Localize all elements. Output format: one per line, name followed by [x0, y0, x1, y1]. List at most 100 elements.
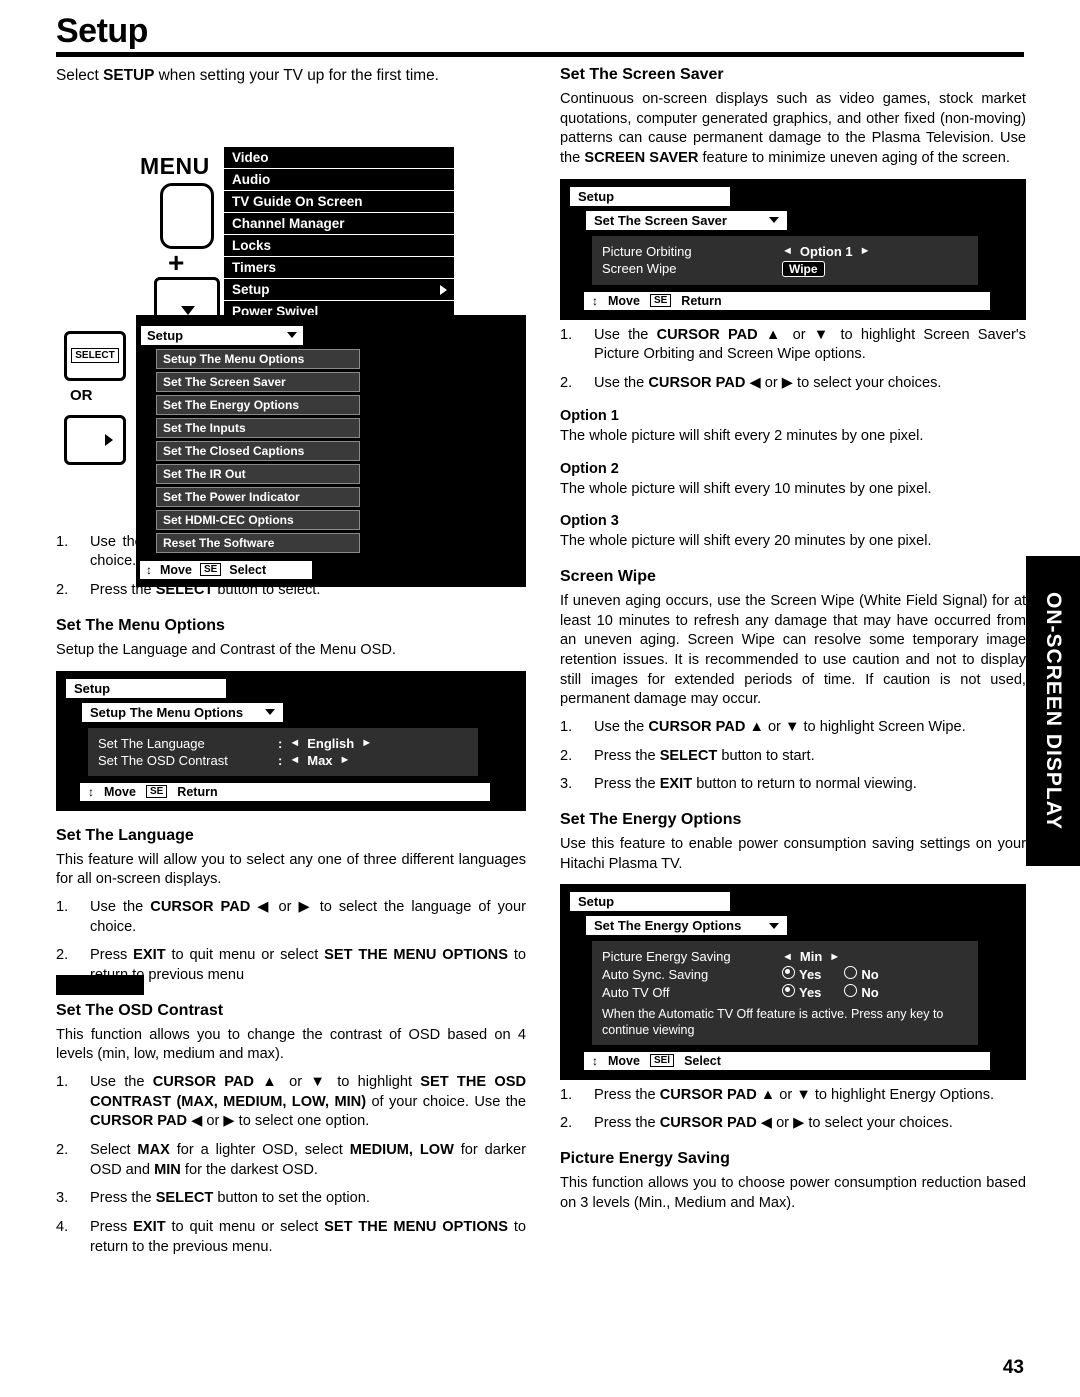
chevron-down-icon	[769, 922, 779, 929]
osd-tab-setup: Setup	[570, 186, 730, 206]
setup-item-ir-out[interactable]: Set The IR Out	[156, 463, 360, 484]
se-key-icon: SE	[145, 785, 168, 799]
intro-paragraph: Select SETUP when setting your TV up for…	[56, 67, 439, 84]
osd-energy-options: Setup Set The Energy Options Picture Ene…	[560, 884, 1026, 1080]
osd-row-picture-orbiting[interactable]: Picture Orbiting ◄ Option 1 ►	[602, 244, 968, 259]
setup-item-hdmi-cec[interactable]: Set HDMI-CEC Options	[156, 509, 360, 530]
heading-set-language: Set The Language	[56, 826, 194, 844]
menu-label: MENU	[140, 152, 210, 179]
list-item: 1. Use the CURSOR PAD ▲ or ▼ to highligh…	[56, 1074, 526, 1130]
radio-icon	[782, 966, 795, 980]
menu-item-timers[interactable]: Timers	[224, 256, 454, 279]
heading-set-menu-options: Set The Menu Options	[56, 616, 225, 634]
right-arrow-icon	[105, 433, 113, 446]
chevron-down-icon	[287, 332, 297, 339]
se-key-icon: SEl	[649, 1054, 675, 1068]
right-column: Set The Screen Saver Continuous on-scree…	[560, 66, 1026, 1221]
setup-item-screen-saver[interactable]: Set The Screen Saver	[156, 371, 360, 392]
radio-no[interactable]: No	[844, 984, 879, 1000]
screen-wipe-steps: 1. Use the CURSOR PAD ▲ or ▼ to highligh…	[560, 718, 1026, 795]
list-item: 1. Use the CURSOR PAD ▲ or ▼ to highligh…	[560, 326, 1026, 363]
heading-picture-energy-saving: Picture Energy Saving	[560, 1150, 730, 1168]
left-arrow-icon: ◄	[782, 245, 793, 258]
heading-osd-contrast: Set The OSD Contrast	[56, 1001, 224, 1019]
right-arrow-icon: ►	[829, 950, 841, 963]
document-page: Setup Select SETUP when setting your TV …	[0, 0, 1080, 1397]
menu-item-locks[interactable]: Locks	[224, 234, 454, 257]
setup-item-energy-options[interactable]: Set The Energy Options	[156, 394, 360, 415]
move-label: Move	[608, 293, 640, 308]
osd-submenu-title: Set The Energy Options	[584, 914, 789, 938]
setup-panel-title-wrap: Setup	[140, 324, 526, 346]
list-item: 2. Select MAX for a lighter OSD, select …	[56, 1142, 526, 1178]
move-label: Move	[608, 1053, 640, 1068]
text-option-3: The whole picture will shift every 20 mi…	[560, 533, 932, 550]
setup-item-inputs[interactable]: Set The Inputs	[156, 417, 360, 438]
list-item: 4. Press EXIT to quit menu or select SET…	[56, 1219, 526, 1255]
text-option-2: The whole picture will shift every 10 mi…	[560, 480, 932, 497]
menu-item-channel-manager[interactable]: Channel Manager	[224, 212, 454, 235]
return-label: Return	[681, 293, 722, 308]
move-arrows-icon: ↕	[592, 293, 598, 308]
osd-screen-saver: Setup Set The Screen Saver Picture Orbit…	[560, 178, 1026, 320]
se-key-icon: SE	[199, 563, 222, 577]
text-set-menu-options: Setup the Language and Contrast of the M…	[56, 641, 396, 658]
radio-icon	[782, 984, 795, 998]
list-item: 3. Press the SELECT button to set the op…	[56, 1190, 370, 1207]
osd-body: Set The Language : ◄ English ► Set The O…	[88, 727, 478, 776]
wipe-value: Wipe	[782, 260, 825, 277]
radio-icon	[844, 966, 858, 980]
heading-option-1: Option 1	[560, 407, 619, 424]
heading-energy-options: Set The Energy Options	[560, 811, 742, 829]
menu-item-setup[interactable]: Setup	[224, 278, 454, 301]
menu-item-tv-guide[interactable]: TV Guide On Screen	[224, 190, 454, 213]
menu-item-audio[interactable]: Audio	[224, 168, 454, 191]
move-label: Move	[104, 784, 136, 799]
redaction-mark	[56, 975, 144, 995]
move-arrows-icon: ↕	[592, 1053, 598, 1068]
text-screen-wipe: If uneven aging occurs, use the Screen W…	[560, 592, 1026, 708]
osd-row-language[interactable]: Set The Language : ◄ English ►	[98, 736, 468, 751]
osd-submenu-title: Setup The Menu Options	[80, 700, 285, 724]
setup-item-reset-software[interactable]: Reset The Software	[156, 532, 360, 553]
osd-tab-setup: Setup	[66, 678, 226, 698]
osd-row-osd-contrast[interactable]: Set The OSD Contrast : ◄ Max ►	[98, 753, 468, 768]
osd-footer: ↕ Move SE Return	[80, 782, 490, 801]
text-picture-energy-saving: This function allows you to choose power…	[560, 1175, 1026, 1211]
setup-panel-title: Setup	[140, 324, 304, 346]
screen-saver-steps: 1. Use the CURSOR PAD ▲ or ▼ to highligh…	[560, 326, 1026, 394]
radio-no[interactable]: No	[844, 966, 879, 982]
set-language-steps: 1. Use the CURSOR PAD ◀ or ▶ to select t…	[56, 898, 526, 986]
text-osd-contrast: This function allows you to change the c…	[56, 1026, 526, 1063]
heading-option-2: Option 2	[560, 460, 619, 477]
down-arrow-icon	[181, 305, 195, 315]
page-title: Setup	[56, 12, 148, 50]
setup-item-menu-options[interactable]: Setup The Menu Options	[156, 348, 360, 369]
text-option-1: The whole picture will shift every 2 min…	[560, 427, 924, 444]
radio-yes[interactable]: Yes	[782, 966, 821, 982]
remote-cursor-pad-icon	[160, 182, 214, 249]
osd-row-screen-wipe[interactable]: Screen Wipe Wipe	[602, 260, 968, 277]
left-column: Select SETUP when setting your TV up for…	[56, 66, 526, 1267]
chevron-right-icon	[440, 284, 447, 295]
osd-row-auto-tv-off[interactable]: Auto TV Off Yes No	[602, 984, 968, 1000]
osd-body: Picture Orbiting ◄ Option 1 ► Screen Wip…	[592, 235, 978, 285]
setup-item-closed-captions[interactable]: Set The Closed Captions	[156, 440, 360, 461]
list-item: 1. Use the CURSOR PAD ◀ or ▶ to select t…	[56, 898, 526, 935]
se-key-icon: SE	[649, 294, 672, 308]
move-arrows-icon: ↕	[88, 784, 94, 799]
title-rule	[56, 52, 1024, 57]
heading-option-3: Option 3	[560, 513, 619, 530]
osd-row-auto-sync-saving[interactable]: Auto Sync. Saving Yes No	[602, 966, 968, 982]
menu-item-video[interactable]: Video	[224, 146, 454, 169]
list-item: 2. Press the CURSOR PAD ◀ or ▶ to select…	[560, 1115, 953, 1132]
list-item: 3. Press the EXIT button to return to no…	[560, 776, 917, 793]
heading-screen-wipe: Screen Wipe	[560, 567, 656, 585]
osd-row-picture-energy-saving[interactable]: Picture Energy Saving ◄ Min ►	[602, 949, 968, 964]
menu-diagram: MENU + Video Audio TV Guide On Screen Ch…	[56, 101, 526, 344]
radio-yes[interactable]: Yes	[782, 984, 821, 1000]
osd-menu-options: Setup Setup The Menu Options Set The Lan…	[56, 670, 526, 811]
list-item: 2. Use the CURSOR PAD ◀ or ▶ to select y…	[560, 375, 942, 392]
setup-item-power-indicator[interactable]: Set The Power Indicator	[156, 486, 360, 507]
chevron-down-icon	[265, 709, 275, 716]
